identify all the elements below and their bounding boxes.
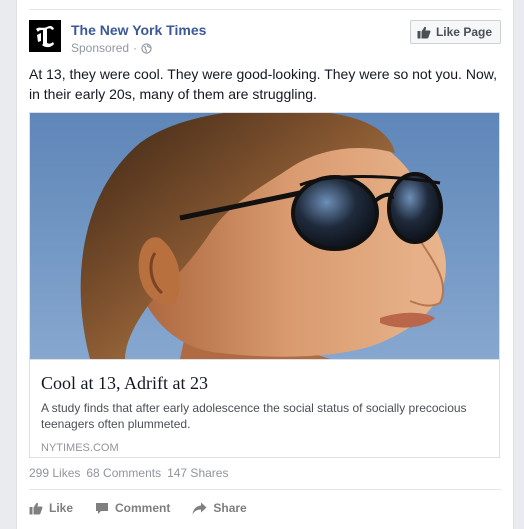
- comment-label: Comment: [115, 501, 171, 515]
- comment-bubble-icon: [96, 502, 109, 514]
- thumbs-up-icon: [29, 502, 43, 514]
- hero-image[interactable]: [30, 113, 499, 359]
- actions-divider: [29, 489, 501, 490]
- boy-sunglasses-photo: [30, 113, 499, 359]
- sponsored-label[interactable]: Sponsored: [71, 41, 129, 55]
- comments-count[interactable]: 68 Comments: [86, 466, 161, 480]
- share-arrow-icon: [192, 502, 207, 514]
- link-description: A study finds that after early adolescen…: [41, 401, 467, 431]
- globe-icon[interactable]: [141, 42, 152, 54]
- like-page-button[interactable]: Like Page: [409, 20, 501, 44]
- share-label: Share: [213, 501, 247, 515]
- top-divider: [29, 9, 501, 10]
- share-button[interactable]: Share: [192, 497, 247, 519]
- like-page-label: Like Page: [435, 25, 492, 39]
- post-actions: Like Comment Share: [29, 497, 501, 519]
- link-domain: NYTIMES.COM: [41, 442, 119, 454]
- link-preview-card[interactable]: Cool at 13, Adrift at 23 A study finds t…: [29, 112, 500, 458]
- like-label: Like: [49, 501, 74, 515]
- post-meta: Sponsored ·: [71, 41, 152, 55]
- link-title[interactable]: Cool at 13, Adrift at 23: [41, 372, 488, 394]
- thumbs-up-icon: [417, 26, 431, 38]
- shares-count[interactable]: 147 Shares: [167, 466, 228, 480]
- nyt-logo-avatar[interactable]: [29, 20, 61, 52]
- comment-button[interactable]: Comment: [95, 497, 170, 519]
- engagement-stats: 299 Likes 68 Comments 147 Shares: [29, 466, 228, 480]
- likes-count[interactable]: 299 Likes: [29, 466, 80, 480]
- sponsored-post-card: The New York Times Sponsored · Like Page…: [16, 0, 514, 529]
- page-name-link[interactable]: The New York Times: [71, 22, 206, 38]
- post-message: At 13, they were cool. They were good-lo…: [29, 66, 497, 102]
- meta-separator: ·: [133, 41, 138, 55]
- post-header: The New York Times Sponsored · Like Page: [29, 20, 501, 60]
- like-button[interactable]: Like: [29, 497, 73, 519]
- nyt-t-logo-icon: [36, 25, 54, 48]
- link-info: Cool at 13, Adrift at 23 A study finds t…: [30, 359, 499, 457]
